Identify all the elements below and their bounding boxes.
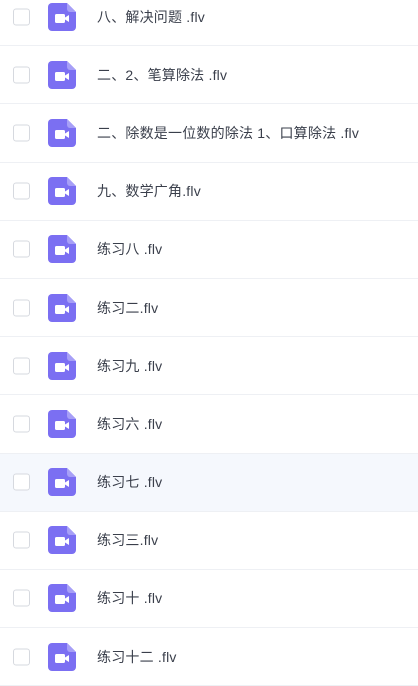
video-file-icon (48, 60, 76, 89)
video-file-icon (48, 2, 76, 31)
row-checkbox[interactable] (13, 299, 30, 317)
file-name[interactable]: 练习十 .flv (97, 588, 162, 608)
file-row[interactable]: 练习八 .flv (0, 221, 418, 279)
file-name[interactable]: 练习八 .flv (97, 239, 162, 259)
row-checkbox[interactable] (13, 8, 30, 26)
file-name[interactable]: 练习十二 .flv (97, 647, 177, 667)
row-checkbox[interactable] (13, 357, 30, 375)
file-row[interactable]: 练习十二 .flv (0, 628, 418, 686)
video-file-icon (48, 642, 76, 671)
row-checkbox[interactable] (13, 182, 30, 200)
row-checkbox[interactable] (13, 415, 30, 433)
file-name[interactable]: 二、除数是一位数的除法 1、口算除法 .flv (97, 123, 359, 143)
file-row-hovered[interactable]: 练习七 .flv (0, 453, 418, 512)
file-row[interactable]: 练习二.flv (0, 279, 418, 338)
file-name[interactable]: 二、2、笔算除法 .flv (97, 65, 227, 85)
file-row[interactable]: 练习九 .flv (0, 337, 418, 396)
file-row[interactable]: 练习三.flv (0, 512, 418, 570)
row-checkbox[interactable] (13, 473, 30, 491)
file-name[interactable]: 练习六 .flv (97, 414, 162, 434)
row-checkbox[interactable] (13, 589, 30, 607)
row-checkbox[interactable] (13, 240, 30, 258)
file-row[interactable]: 练习十 .flv (0, 570, 418, 629)
row-checkbox[interactable] (13, 531, 30, 549)
file-name[interactable]: 练习三.flv (97, 530, 158, 550)
video-file-icon (48, 526, 76, 555)
video-file-icon (48, 177, 76, 206)
row-checkbox[interactable] (13, 648, 30, 666)
file-list: 八、解决问题 .flv 二、2、笔算除法 .flv 二、除数是一位数的除法 1、… (0, 0, 418, 686)
video-file-icon (48, 584, 76, 613)
file-name[interactable]: 练习二.flv (97, 298, 158, 318)
file-row[interactable]: 二、除数是一位数的除法 1、口算除法 .flv (0, 104, 418, 163)
video-file-icon (48, 468, 76, 497)
video-file-icon (48, 351, 76, 380)
file-row[interactable]: 八、解决问题 .flv (0, 0, 418, 47)
row-checkbox[interactable] (13, 66, 30, 84)
file-row[interactable]: 九、数学广角.flv (0, 163, 418, 221)
file-name[interactable]: 九、数学广角.flv (97, 181, 201, 201)
video-file-icon (48, 235, 76, 264)
video-file-icon (48, 118, 76, 147)
row-checkbox[interactable] (13, 124, 30, 142)
video-file-icon (48, 409, 76, 438)
file-name[interactable]: 练习七 .flv (97, 472, 162, 492)
file-row[interactable]: 练习六 .flv (0, 395, 418, 454)
file-name[interactable]: 八、解决问题 .flv (97, 7, 205, 27)
video-file-icon (48, 293, 76, 322)
file-row[interactable]: 二、2、笔算除法 .flv (0, 46, 418, 105)
file-name[interactable]: 练习九 .flv (97, 356, 162, 376)
